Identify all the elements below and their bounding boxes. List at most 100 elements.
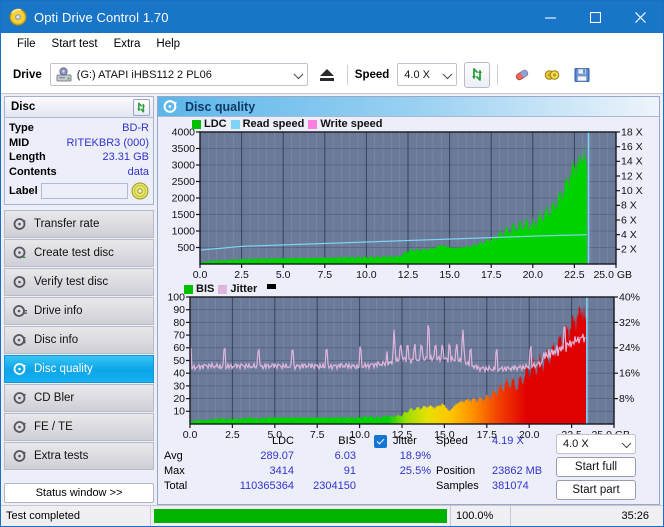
- sidebar-item-label: Drive info: [34, 305, 83, 317]
- status-bar: Test completed 100.0% 35:26: [1, 505, 663, 526]
- sidebar-item-cd-bler[interactable]: CD Bler: [4, 384, 154, 412]
- disc-row-type: Type BD-R: [9, 121, 149, 136]
- svg-text:24%: 24%: [619, 342, 640, 354]
- disc-label-key: Label: [9, 185, 38, 197]
- progress-percent: 100.0%: [451, 506, 511, 526]
- test-speed-select[interactable]: 4.0 X: [556, 434, 636, 454]
- drive-label: Drive: [13, 68, 42, 81]
- sidebar-item-create-test-disc[interactable]: Create test disc: [4, 239, 154, 267]
- disc-row-contents: Contents data: [9, 165, 149, 180]
- refresh-button[interactable]: [464, 61, 491, 88]
- app-window: Opti Drive Control 1.70 File Start test …: [0, 0, 664, 527]
- menu-item-help[interactable]: Help: [148, 36, 188, 52]
- svg-text:80: 80: [173, 317, 185, 329]
- speed-label: Speed: [354, 68, 390, 81]
- stats-row-label-total: Total: [164, 480, 188, 492]
- stats-jitter-blank: [374, 479, 436, 494]
- drive-select[interactable]: (G:) ATAPI iHBS112 2 PL06: [49, 63, 308, 86]
- svg-text:10 X: 10 X: [621, 185, 643, 197]
- body: Disc Type BD-R MID RITEKBR3 (000) Length…: [1, 94, 663, 505]
- legend-label-jitter: Jitter: [230, 283, 258, 296]
- disc-label-icon[interactable]: [131, 182, 149, 200]
- stats-meta-blank: [436, 449, 492, 464]
- sidebar-item-label: Verify test disc: [34, 276, 109, 288]
- svg-text:20.0: 20.0: [523, 269, 544, 281]
- menu-bar: File Start test Extra Help: [1, 33, 663, 56]
- disc-label-input[interactable]: [40, 183, 128, 199]
- stats-bis-avg: 6.03: [334, 450, 356, 462]
- sidebar-item-label: Transfer rate: [34, 218, 100, 230]
- svg-text:18 X: 18 X: [621, 127, 643, 139]
- samples-label: Samples: [436, 480, 479, 492]
- stats-bis-max: 91: [343, 465, 356, 477]
- sidebar-item-label: Disc info: [34, 334, 79, 346]
- disc-row-mid-value: RITEKBR3 (000): [66, 136, 149, 149]
- stats-actions-col: 4.0 X Start full Start part: [556, 434, 636, 500]
- disc-info-panel: Disc Type BD-R MID RITEKBR3 (000) Length…: [4, 96, 154, 205]
- start-full-button[interactable]: Start full: [556, 457, 636, 477]
- sidebar-item-fe-te[interactable]: FE / TE: [4, 413, 154, 441]
- svg-text:60: 60: [173, 342, 185, 354]
- sidebar-item-extra-tests[interactable]: Extra tests: [4, 442, 154, 470]
- sidebar-item-drive-info[interactable]: Drive info: [4, 297, 154, 325]
- extra-tests-icon: [13, 449, 27, 463]
- disc-row-contents-value: data: [127, 165, 149, 178]
- sidebar-item-label: Extra tests: [34, 450, 89, 462]
- close-button[interactable]: [618, 1, 663, 33]
- eject-button[interactable]: [314, 62, 340, 88]
- erase-button[interactable]: [509, 62, 535, 88]
- svg-text:3500: 3500: [172, 143, 196, 155]
- menu-item-file[interactable]: File: [9, 36, 44, 52]
- chart2-position-marker: [267, 284, 277, 290]
- sidebar-item-transfer-rate[interactable]: Transfer rate: [4, 210, 154, 238]
- sidebar-item-label: CD Bler: [34, 392, 75, 404]
- legend-label-write-speed: Write speed: [320, 118, 383, 131]
- svg-text:100: 100: [167, 292, 185, 304]
- maximize-button[interactable]: [573, 1, 618, 33]
- svg-text:17.5: 17.5: [481, 269, 502, 281]
- svg-text:32%: 32%: [619, 317, 640, 329]
- disc-refresh-button[interactable]: [133, 98, 150, 116]
- disc-row-type-value: BD-R: [122, 122, 149, 134]
- stats-jitter-max: 25.5%: [399, 465, 431, 477]
- legend-label-read-speed: Read speed: [242, 118, 305, 131]
- disc-verify-icon: [13, 275, 27, 289]
- svg-text:2500: 2500: [172, 176, 196, 188]
- chart2-legend: BIS Jitter: [184, 283, 277, 295]
- svg-text:10.0: 10.0: [356, 269, 377, 281]
- main-area: Disc quality LDC Read speed Write speed …: [157, 94, 663, 505]
- stats-ldc-total: 110365364: [239, 480, 294, 492]
- legend-item-read-speed: Read speed: [230, 118, 305, 131]
- svg-text:70: 70: [173, 330, 185, 342]
- tools-button[interactable]: [539, 62, 565, 88]
- start-part-button[interactable]: Start part: [556, 480, 636, 500]
- disc-info-icon: [13, 333, 27, 347]
- menu-item-extra[interactable]: Extra: [106, 36, 149, 52]
- legend-item-ldc: LDC: [192, 118, 227, 130]
- drive-info-icon: [13, 304, 27, 318]
- app-disc-icon: [9, 8, 27, 26]
- chart2-svg: 102030405060708090100 8% 16% 24% 32% 40% 0.0 2.…: [167, 292, 640, 442]
- save-button[interactable]: [569, 62, 595, 88]
- toolbar-separator-2: [497, 64, 499, 85]
- speed-select[interactable]: 4.0 X: [397, 63, 458, 86]
- toolbar: Drive (G:) ATAPI iHBS112 2 PL06 Speed 4.…: [1, 56, 663, 94]
- svg-text:10: 10: [173, 406, 185, 418]
- svg-text:12.5: 12.5: [398, 269, 419, 281]
- svg-text:1000: 1000: [172, 226, 196, 238]
- svg-text:0.0: 0.0: [193, 269, 208, 281]
- menu-item-start-test[interactable]: Start test: [44, 36, 106, 52]
- minimize-button[interactable]: [528, 1, 573, 33]
- status-window-button[interactable]: Status window >>: [4, 483, 154, 503]
- svg-text:8%: 8%: [619, 393, 634, 405]
- sidebar-item-disc-quality[interactable]: Disc quality: [4, 355, 154, 383]
- disc-test-icon: [13, 217, 27, 231]
- sidebar-item-verify-test-disc[interactable]: Verify test disc: [4, 268, 154, 296]
- legend-swatch-ldc: [192, 119, 201, 129]
- samples-value: 381074: [492, 480, 529, 492]
- disc-panel-header: Disc: [5, 97, 153, 118]
- legend-item-jitter: Jitter: [218, 283, 257, 295]
- svg-text:4 X: 4 X: [621, 229, 637, 241]
- sidebar-item-disc-info[interactable]: Disc info: [4, 326, 154, 354]
